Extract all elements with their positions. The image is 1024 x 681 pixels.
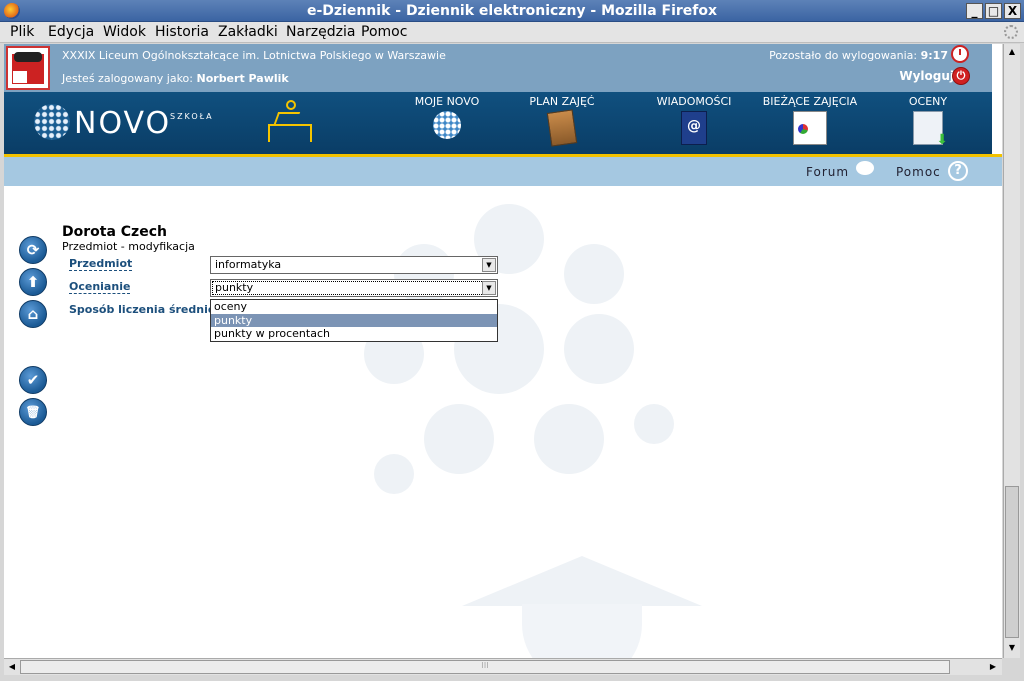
home-icon[interactable]: ⌂ — [19, 300, 47, 328]
session-timer: Pozostało do wylogowania: 9:17 — [769, 49, 948, 62]
subject-label: Przedmiot — [69, 257, 133, 271]
scroll-left-icon[interactable]: ◀ — [6, 661, 18, 673]
check-save-icon[interactable]: ✔ — [19, 366, 47, 394]
student-desk-icon[interactable] — [266, 100, 314, 144]
throbber-icon — [1004, 25, 1018, 39]
dropdown-option[interactable]: oceny — [211, 300, 497, 314]
scroll-up-icon[interactable]: ▲ — [1006, 46, 1018, 58]
nav-label: MOJE NOVO — [414, 95, 480, 108]
globe-icon — [433, 111, 461, 139]
menu-plik[interactable]: Plik — [10, 24, 34, 40]
help-icon[interactable]: ? — [948, 161, 968, 181]
grading-select[interactable]: punkty ▼ — [210, 279, 498, 297]
power-icon[interactable]: ⏻ — [952, 67, 970, 85]
nav-label: BIEŻĄCE ZAJĘCIA — [762, 95, 858, 108]
nav-oceny[interactable]: OCENY — [902, 95, 954, 148]
minimize-button[interactable]: _ — [966, 3, 983, 19]
form-subtitle: Przedmiot - modyfikacja — [62, 240, 195, 253]
nav-label: PLAN ZAJĘĆ — [529, 95, 595, 108]
maximize-button[interactable]: □ — [985, 3, 1002, 19]
speech-bubble-icon[interactable] — [856, 161, 874, 175]
subject-select[interactable]: informatyka ▼ — [210, 256, 498, 274]
timer-prefix: Pozostało do wylogowania: — [769, 49, 918, 62]
chevron-down-icon[interactable]: ▼ — [482, 281, 496, 295]
menu-narzedzia[interactable]: Narzędzia — [286, 24, 355, 40]
dropdown-option-selected[interactable]: punkty — [211, 313, 497, 327]
user-name: Norbert Pawlik — [196, 72, 289, 85]
teacher-name: Dorota Czech — [62, 224, 167, 240]
nav-label: WIADOMOŚCI — [656, 95, 732, 108]
school-logo — [6, 46, 50, 90]
vertical-scroll-thumb[interactable] — [1005, 486, 1019, 638]
close-button[interactable]: X — [1004, 3, 1021, 19]
chevron-down-icon[interactable]: ▼ — [482, 258, 496, 272]
school-name: XXXIX Liceum Ogólnokształcące im. Lotnic… — [62, 49, 446, 62]
menu-historia[interactable]: Historia — [155, 24, 209, 40]
timer-value: 9:17 — [920, 49, 948, 62]
menu-zakladki[interactable]: Zakładki — [218, 24, 278, 40]
main-navigation: NOVO SZKOŁA MOJE NOVO PLAN ZAJĘĆ WIADOMO… — [4, 92, 992, 154]
scroll-right-icon[interactable]: ▶ — [987, 661, 999, 673]
alarm-clock-icon — [951, 45, 969, 63]
current-lessons-icon — [793, 111, 827, 145]
logged-prefix: Jesteś zalogowany jako: — [62, 72, 193, 85]
up-arrow-icon[interactable]: ⬆ — [19, 268, 47, 296]
dropdown-option[interactable]: punkty w procentach — [211, 327, 497, 341]
nav-label: OCENY — [908, 95, 948, 108]
menu-pomoc[interactable]: Pomoc — [361, 24, 407, 40]
forum-link[interactable]: Forum — [806, 165, 849, 179]
grading-label: Ocenianie — [69, 280, 131, 294]
grades-icon — [913, 111, 948, 148]
plane-icon — [14, 52, 42, 62]
window-titlebar: e-Dziennik - Dziennik elektroniczny - Mo… — [0, 0, 1024, 22]
average-method-label: Sposób liczenia średniej — [69, 303, 220, 316]
horizontal-scroll-thumb[interactable]: ⁝⁝⁝ — [20, 660, 950, 674]
subject-value: informatyka — [215, 258, 282, 271]
scrollbar-corner — [1003, 658, 1020, 675]
sub-toolbar: Forum Pomoc ? — [4, 157, 1002, 186]
nav-wiadomosci[interactable]: WIADOMOŚCI — [655, 95, 733, 145]
vertical-scrollbar[interactable]: ▲ ▼ — [1003, 44, 1020, 658]
logo-word: NOVO — [74, 106, 172, 141]
menu-edycja[interactable]: Edycja — [48, 24, 94, 40]
grading-value: punkty — [215, 281, 254, 294]
page-header: XXXIX Liceum Ogólnokształcące im. Lotnic… — [4, 44, 992, 92]
logged-user: Jesteś zalogowany jako: Norbert Pawlik — [62, 72, 289, 85]
page-viewport: XXXIX Liceum Ogólnokształcące im. Lotnic… — [4, 44, 1002, 658]
scroll-down-icon[interactable]: ▼ — [1006, 642, 1018, 654]
window-title: e-Dziennik - Dziennik elektroniczny - Mo… — [306, 3, 718, 19]
nav-biezace-zajecia[interactable]: BIEŻĄCE ZAJĘCIA — [762, 95, 858, 145]
trash-icon[interactable]: 🗑 — [19, 398, 47, 426]
grading-dropdown-list: oceny punkty punkty w procentach — [210, 299, 498, 342]
novo-logo[interactable]: NOVO SZKOŁA — [34, 104, 214, 144]
nav-plan-zajec[interactable]: PLAN ZAJĘĆ — [526, 95, 598, 147]
menu-widok[interactable]: Widok — [103, 24, 146, 40]
plan-book-icon — [546, 109, 578, 147]
help-link[interactable]: Pomoc — [896, 165, 941, 179]
refresh-icon[interactable]: ⟳ — [19, 236, 47, 264]
novo-globe-icon — [34, 104, 70, 140]
menu-bar: Plik Edycja Widok Historia Zakładki Narz… — [0, 22, 1024, 43]
logout-link[interactable]: Wyloguj — [899, 69, 954, 83]
grad-cap-watermark — [462, 556, 702, 606]
horizontal-scrollbar[interactable]: ◀ ⁝⁝⁝ ▶ — [4, 658, 1002, 675]
nav-moje-novo[interactable]: MOJE NOVO — [412, 95, 482, 139]
logo-sub: SZKOŁA — [170, 112, 214, 121]
message-icon — [681, 111, 707, 145]
